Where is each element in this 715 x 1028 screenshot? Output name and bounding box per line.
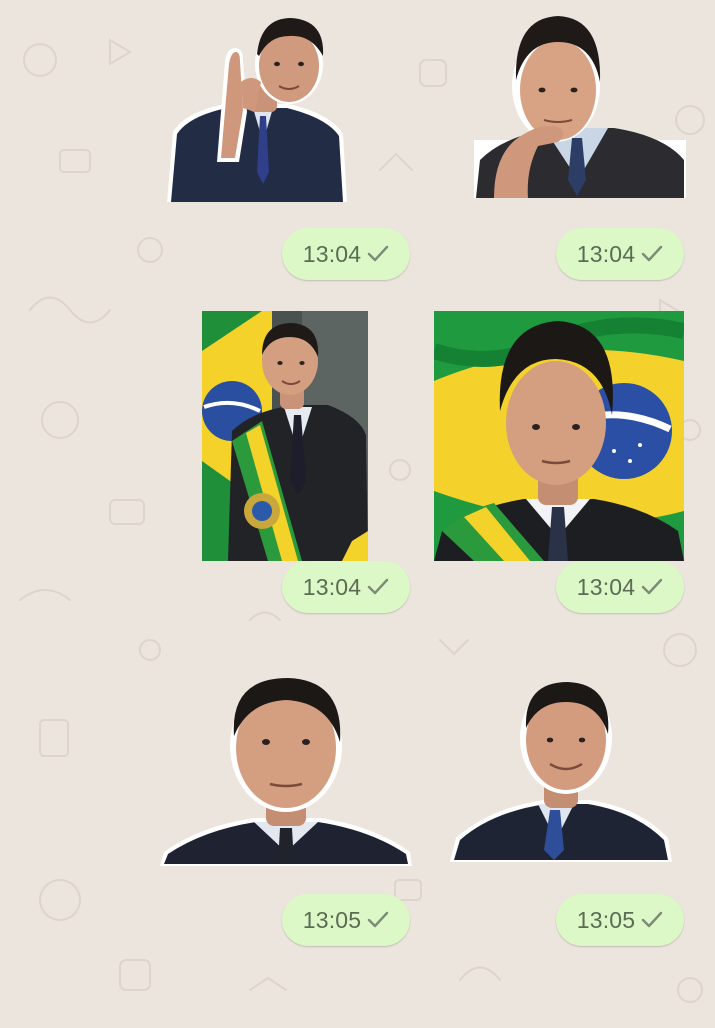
sticker-image — [434, 311, 684, 561]
timestamp-text: 13:04 — [302, 240, 362, 267]
check-icon — [367, 245, 389, 263]
timestamp-text: 13:04 — [576, 573, 636, 600]
sticker-thinking[interactable] — [474, 10, 686, 198]
sticker-looking-up[interactable] — [160, 676, 412, 866]
check-icon — [367, 911, 389, 929]
timestamp-text: 13:05 — [576, 906, 636, 933]
timestamp-bubble: 13:05 — [282, 894, 410, 946]
sticker-flag-portrait[interactable] — [434, 311, 684, 561]
check-icon — [367, 578, 389, 596]
timestamp-bubble: 13:05 — [556, 894, 684, 946]
sticker-smiling[interactable] — [450, 680, 672, 862]
check-icon — [641, 578, 663, 596]
timestamp-bubble: 13:04 — [556, 561, 684, 613]
timestamp-text: 13:04 — [576, 240, 636, 267]
timestamp-bubble: 13:04 — [282, 228, 410, 280]
timestamp-text: 13:05 — [302, 906, 362, 933]
sticker-presidential-sash[interactable] — [202, 311, 368, 561]
sticker-image — [450, 682, 672, 862]
sticker-image — [167, 18, 347, 202]
check-icon — [641, 911, 663, 929]
sticker-waving[interactable] — [165, 12, 349, 202]
sticker-image — [474, 16, 686, 198]
check-icon — [641, 245, 663, 263]
timestamp-bubble: 13:04 — [282, 561, 410, 613]
sticker-image — [202, 311, 368, 561]
timestamp-text: 13:04 — [302, 573, 362, 600]
sticker-image — [160, 678, 412, 866]
timestamp-bubble: 13:04 — [556, 228, 684, 280]
